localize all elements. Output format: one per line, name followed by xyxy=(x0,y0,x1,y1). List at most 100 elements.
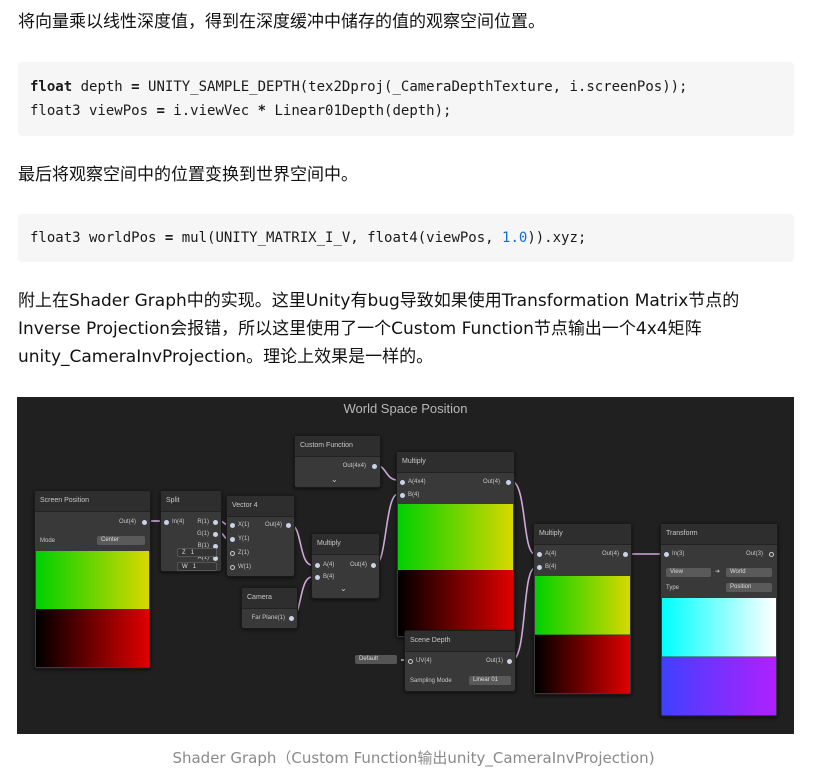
custom-function-node[interactable]: Custom Function Out(4x4) ⌄ xyxy=(294,435,381,488)
output-port[interactable] xyxy=(213,532,218,537)
port-label: B(4) xyxy=(545,564,557,570)
code-block-2: float3 worldPos = mul(UNITY_MATRIX_I_V, … xyxy=(18,214,794,262)
port-label: Far Plane(1) xyxy=(251,615,285,621)
port-label: Z(1) xyxy=(238,550,249,556)
input-port[interactable] xyxy=(400,480,405,485)
paragraph-1: 将向量乘以线性深度值，得到在深度缓冲中储存的值的观察空间位置。 xyxy=(18,12,545,32)
code-text: )).xyz; xyxy=(527,230,587,246)
sampling-mode-label: Sampling Mode xyxy=(410,678,452,684)
input-port[interactable] xyxy=(537,552,542,557)
input-port[interactable] xyxy=(230,523,235,528)
input-port[interactable] xyxy=(230,537,235,542)
chevron-down-icon[interactable]: ⌄ xyxy=(331,475,338,484)
sampling-mode-dropdown[interactable]: Linear 01 xyxy=(469,676,511,685)
port-label: Y(1) xyxy=(238,536,250,542)
code-keyword: float xyxy=(30,79,73,95)
port-label: A(4) xyxy=(545,551,557,557)
multiply-node-3[interactable]: Multiply A(4) B(4) Out(4) xyxy=(533,523,632,695)
from-space-dropdown[interactable]: View xyxy=(666,568,711,577)
field-value: 1 xyxy=(190,550,195,556)
input-port[interactable] xyxy=(315,575,320,580)
multiply-node-1[interactable]: Multiply A(4x4) B(4) Out(4) xyxy=(396,451,515,638)
node-title: Custom Function xyxy=(295,436,380,457)
node-title: Vector 4 xyxy=(227,496,294,517)
output-port[interactable] xyxy=(506,480,511,485)
code-line-2: float3 viewPos = i.viewVec * Linear01Dep… xyxy=(30,99,451,123)
split-node[interactable]: Split In(4) R(1) G(1) B(1) A(1) xyxy=(160,490,222,572)
graph-title: World Space Position xyxy=(343,401,468,416)
port-label: A(4) xyxy=(323,562,335,568)
code-line-1: float depth = UNITY_SAMPLE_DEPTH(tex2Dpr… xyxy=(30,75,687,99)
type-label: Type xyxy=(666,585,680,591)
code-text: Linear01Depth(depth); xyxy=(266,103,452,119)
input-port[interactable] xyxy=(230,551,235,556)
code-text: UNITY_SAMPLE_DEPTH(tex2Dproj(_CameraDept… xyxy=(139,79,688,95)
output-port[interactable] xyxy=(213,520,218,525)
output-port[interactable] xyxy=(371,563,376,568)
port-label: Out(4x4) xyxy=(342,463,366,469)
output-port[interactable] xyxy=(507,659,512,664)
chevron-down-icon[interactable]: ⌄ xyxy=(340,584,347,593)
paragraph-3-line-1: 附上在Shader Graph中的实现。这里Unity有bug导致如果使用Tra… xyxy=(18,291,740,311)
to-space-dropdown[interactable]: World xyxy=(726,568,772,577)
code-number: 1.0 xyxy=(502,230,528,246)
type-dropdown[interactable]: Position xyxy=(726,583,772,592)
output-port[interactable] xyxy=(142,520,147,525)
port-label: UV(4) xyxy=(416,658,432,664)
preview-image xyxy=(535,576,630,693)
scene-depth-node[interactable]: Scene Depth UV(4) Out(1) Sampling Mode L… xyxy=(404,630,516,692)
output-port[interactable] xyxy=(623,552,628,557)
input-port[interactable] xyxy=(664,552,669,557)
shader-graph-image: World Space Position Screen Position Out… xyxy=(17,397,794,734)
field-label: Z xyxy=(182,550,186,556)
port-label: Out(4) xyxy=(601,551,619,557)
code-text: float3 worldPos xyxy=(30,230,165,246)
output-port[interactable] xyxy=(289,616,294,621)
port-label: B(4) xyxy=(323,574,335,580)
output-port[interactable] xyxy=(769,552,774,557)
figure-caption: Shader Graph（Custom Function输出unity_Came… xyxy=(172,749,655,767)
input-port[interactable] xyxy=(315,563,320,568)
output-port[interactable] xyxy=(372,464,377,469)
preview-image xyxy=(662,598,776,715)
arrow-right-icon: ➔ xyxy=(715,569,721,575)
preview-image xyxy=(398,504,513,636)
port-label: In(3) xyxy=(672,551,685,557)
code-operator: * xyxy=(257,103,267,119)
port-label: In(4) xyxy=(172,519,185,525)
input-port[interactable] xyxy=(230,565,235,570)
node-title: Multiply xyxy=(397,452,514,473)
code-block-1: float depth = UNITY_SAMPLE_DEPTH(tex2Dpr… xyxy=(18,62,794,136)
transform-node[interactable]: Transform In(3) Out(3) View ➔ World Type… xyxy=(660,523,778,717)
paragraph-3-line-3: unity_CameraInvProjection。理论上效果是一样的。 xyxy=(18,347,434,367)
field-value: 1 xyxy=(192,564,197,570)
camera-node[interactable]: Camera Far Plane(1) xyxy=(241,587,298,629)
preview-image xyxy=(36,551,149,667)
port-label: W(1) xyxy=(238,564,251,570)
port-label: R(1) xyxy=(197,519,209,525)
paragraph-3-line-2: Inverse Projection会报错，所以这里使用了一个Custom Fu… xyxy=(18,319,702,339)
output-port[interactable] xyxy=(286,523,291,528)
mode-label: Mode xyxy=(40,538,56,544)
multiply-node-2[interactable]: Multiply A(4) B(4) Out(4) ⌄ xyxy=(311,533,380,599)
z-value-field[interactable]: Z 1 xyxy=(177,548,217,557)
field-label: W xyxy=(182,564,188,570)
port-label: B(4) xyxy=(408,492,420,498)
input-port[interactable] xyxy=(537,565,542,570)
mode-dropdown[interactable]: Center xyxy=(97,536,145,545)
node-title: Split xyxy=(161,491,221,512)
w-value-field[interactable]: W 1 xyxy=(177,562,217,571)
port-label: Out(3) xyxy=(745,551,763,557)
vector4-node[interactable]: Vector 4 X(1) Y(1) Z(1) W(1) Out(4) xyxy=(226,495,295,577)
code-text: mul(UNITY_MATRIX_I_V, float4(viewPos, xyxy=(173,230,503,246)
code-text: i.viewVec xyxy=(164,103,258,119)
input-port[interactable] xyxy=(400,493,405,498)
node-title: Multiply xyxy=(534,524,631,545)
default-uv-field[interactable]: Default xyxy=(355,655,397,664)
node-title: Screen Position xyxy=(35,491,150,512)
input-port[interactable] xyxy=(164,520,169,525)
port-label: A(4x4) xyxy=(408,479,426,485)
input-port[interactable] xyxy=(408,659,413,664)
screen-position-node[interactable]: Screen Position Out(4) Mode Center xyxy=(34,490,151,669)
code-line-3: float3 worldPos = mul(UNITY_MATRIX_I_V, … xyxy=(30,226,586,250)
